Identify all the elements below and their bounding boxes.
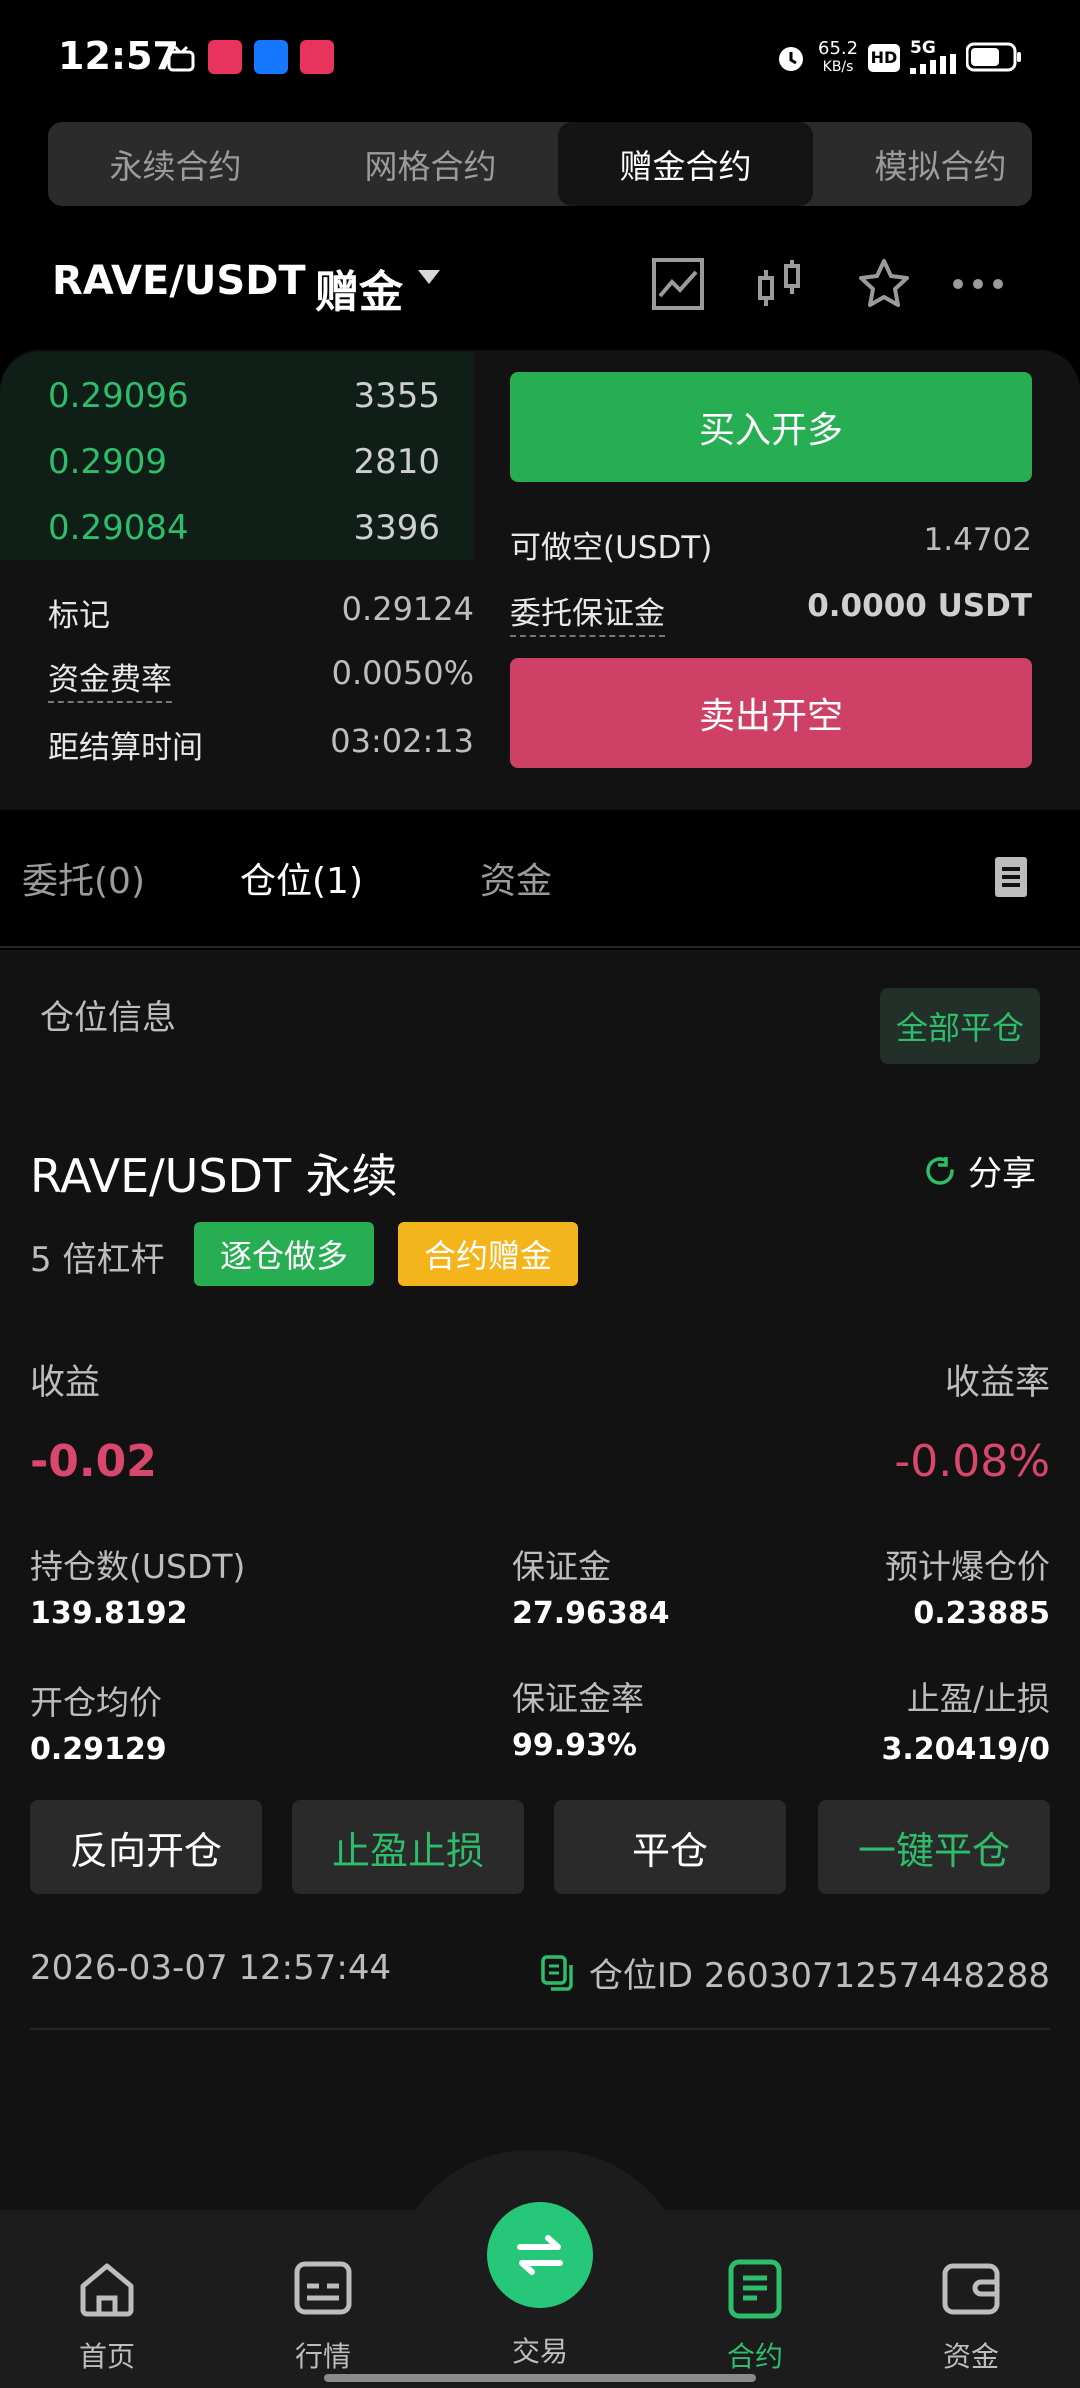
tab-orders[interactable]: 委托(0) [22,852,145,904]
pnl-label: 收益 [30,1363,101,1403]
pnl-rate-label: 收益率 [944,1363,1050,1403]
divider [0,946,1080,948]
tab-funds[interactable]: 资金 [480,852,552,904]
one-click-close-button[interactable]: 一键平仓 [818,1800,1050,1894]
margin-label: 保证金 [512,1547,611,1586]
home-icon [80,2263,134,2317]
mark-price-label: 标记 [48,598,110,634]
nav-trade-label[interactable]: 交易 [465,2330,615,2370]
tp-sl-value: 3.20419/0 [881,1732,1050,1767]
status-time: 12:57 [58,34,179,78]
taobao-app-icon [208,40,242,74]
mark-price-value: 0.29124 [341,590,474,628]
line-chart-icon[interactable] [650,256,706,312]
share-label: 分享 [968,1154,1036,1194]
nav-home-label: 首页 [78,2340,135,2373]
funding-rate-label[interactable]: 资金费率 [48,654,172,703]
share-button[interactable]: 分享 [922,1146,1036,1195]
margin-rate-value: 99.93% [512,1728,637,1763]
margin-rate-label: 保证金率 [512,1679,644,1718]
orderbook-price[interactable]: 0.29084 [48,508,189,548]
nav-contract-label: 合约 [726,2340,783,2373]
margin-value: 27.96384 [512,1596,670,1631]
leverage-label: 5 倍杠杆 [30,1240,165,1280]
close-position-button[interactable]: 平仓 [554,1800,786,1894]
nav-assets-label: 资金 [942,2340,999,2373]
candlestick-icon[interactable] [752,256,808,312]
tp-sl-button[interactable]: 止盈止损 [292,1800,524,1894]
shop-app-icon [300,40,334,74]
market-icon [294,2261,352,2315]
nav-market[interactable]: 行情 [248,2256,398,2375]
hd-icon: HD [868,44,900,72]
tab-grid[interactable]: 网格合约 [303,122,558,206]
orderbook-qty: 3355 [353,376,440,416]
orderbook-qty: 3396 [353,508,440,548]
tab-bonus[interactable]: 赠金合约 [558,122,813,206]
position-id-text: 仓位ID 2603071257448288 [588,1956,1050,1996]
order-margin-value: 0.0000 USDT [807,588,1032,624]
tv-icon [167,45,195,72]
list-icon[interactable] [995,857,1027,897]
position-contract-name: RAVE/USDT 永续 [30,1149,398,1203]
signal-icon [910,54,956,74]
nav-contract[interactable]: 合约 [680,2256,830,2375]
pnl-value: -0.02 [30,1436,157,1487]
battery-icon [966,42,1021,72]
contract-type-tabs: 永续合约 网格合约 赠金合约 模拟合约 [48,122,1032,206]
available-short-value: 1.4702 [923,522,1032,558]
more-icon[interactable] [950,256,1006,312]
star-icon[interactable] [856,256,912,312]
caret-down-icon[interactable] [418,270,440,284]
status-bar: 12:57 65.2 KB/s HD 5G [0,0,1080,118]
pair-badge[interactable]: 赠金 [315,256,403,320]
sell-short-button[interactable]: 卖出开空 [510,658,1032,768]
tab-demo[interactable]: 模拟合约 [813,122,1032,206]
pnl-rate-value: -0.08% [894,1436,1050,1487]
nav-assets[interactable]: 资金 [896,2256,1046,2375]
net-speed-unit: KB/s [822,59,854,75]
copy-icon[interactable] [539,1953,575,1993]
home-indicator[interactable] [324,2374,756,2382]
liquidation-price-value: 0.23885 [913,1596,1050,1631]
orderbook-price[interactable]: 0.29096 [48,376,189,416]
swap-icon [517,2235,563,2275]
alarm-icon [779,47,803,71]
divider [30,2028,1050,2030]
order-margin-label[interactable]: 委托保证金 [510,588,665,637]
net-speed: 65.2 KB/s [818,40,858,76]
funding-rate-value: 0.0050% [331,654,474,692]
margin-mode-tag: 逐仓做多 [194,1222,374,1286]
net-speed-value: 65.2 [818,38,859,59]
nav-trade-button[interactable] [487,2202,593,2308]
entry-price-value: 0.29129 [30,1732,167,1767]
contract-icon [728,2259,782,2319]
pair-symbol[interactable]: RAVE/USDT [52,258,306,304]
liquidation-price-label: 预计爆仓价 [885,1547,1050,1586]
tab-positions[interactable]: 仓位(1) [240,852,363,904]
nav-home[interactable]: 首页 [32,2256,182,2375]
tp-sl-label: 止盈/止损 [906,1679,1050,1718]
position-size-value: 139.8192 [30,1596,188,1631]
nav-market-label: 行情 [294,2340,351,2373]
share-icon [926,1156,954,1185]
reverse-position-button[interactable]: 反向开仓 [30,1800,262,1894]
close-all-button[interactable]: 全部平仓 [880,988,1040,1064]
bonus-tag: 合约赠金 [398,1222,578,1286]
settle-time-value: 03:02:13 [330,722,474,760]
wallet-icon [942,2263,1000,2315]
position-timestamp: 2026-03-07 12:57:44 [30,1948,392,1988]
available-short-label: 可做空(USDT) [510,530,713,566]
orderbook-price[interactable]: 0.2909 [48,442,167,482]
entry-price-label: 开仓均价 [30,1683,162,1722]
position-size-label: 持仓数(USDT) [30,1547,246,1586]
settle-time-label: 距结算时间 [48,730,203,766]
tab-perpetual[interactable]: 永续合约 [48,122,303,206]
position-id[interactable]: 仓位ID 2603071257448288 [539,1948,1050,1997]
orderbook-qty: 2810 [353,442,440,482]
position-info-title: 仓位信息 [40,998,176,1038]
buy-long-button[interactable]: 买入开多 [510,372,1032,482]
alipay-app-icon [254,40,288,74]
